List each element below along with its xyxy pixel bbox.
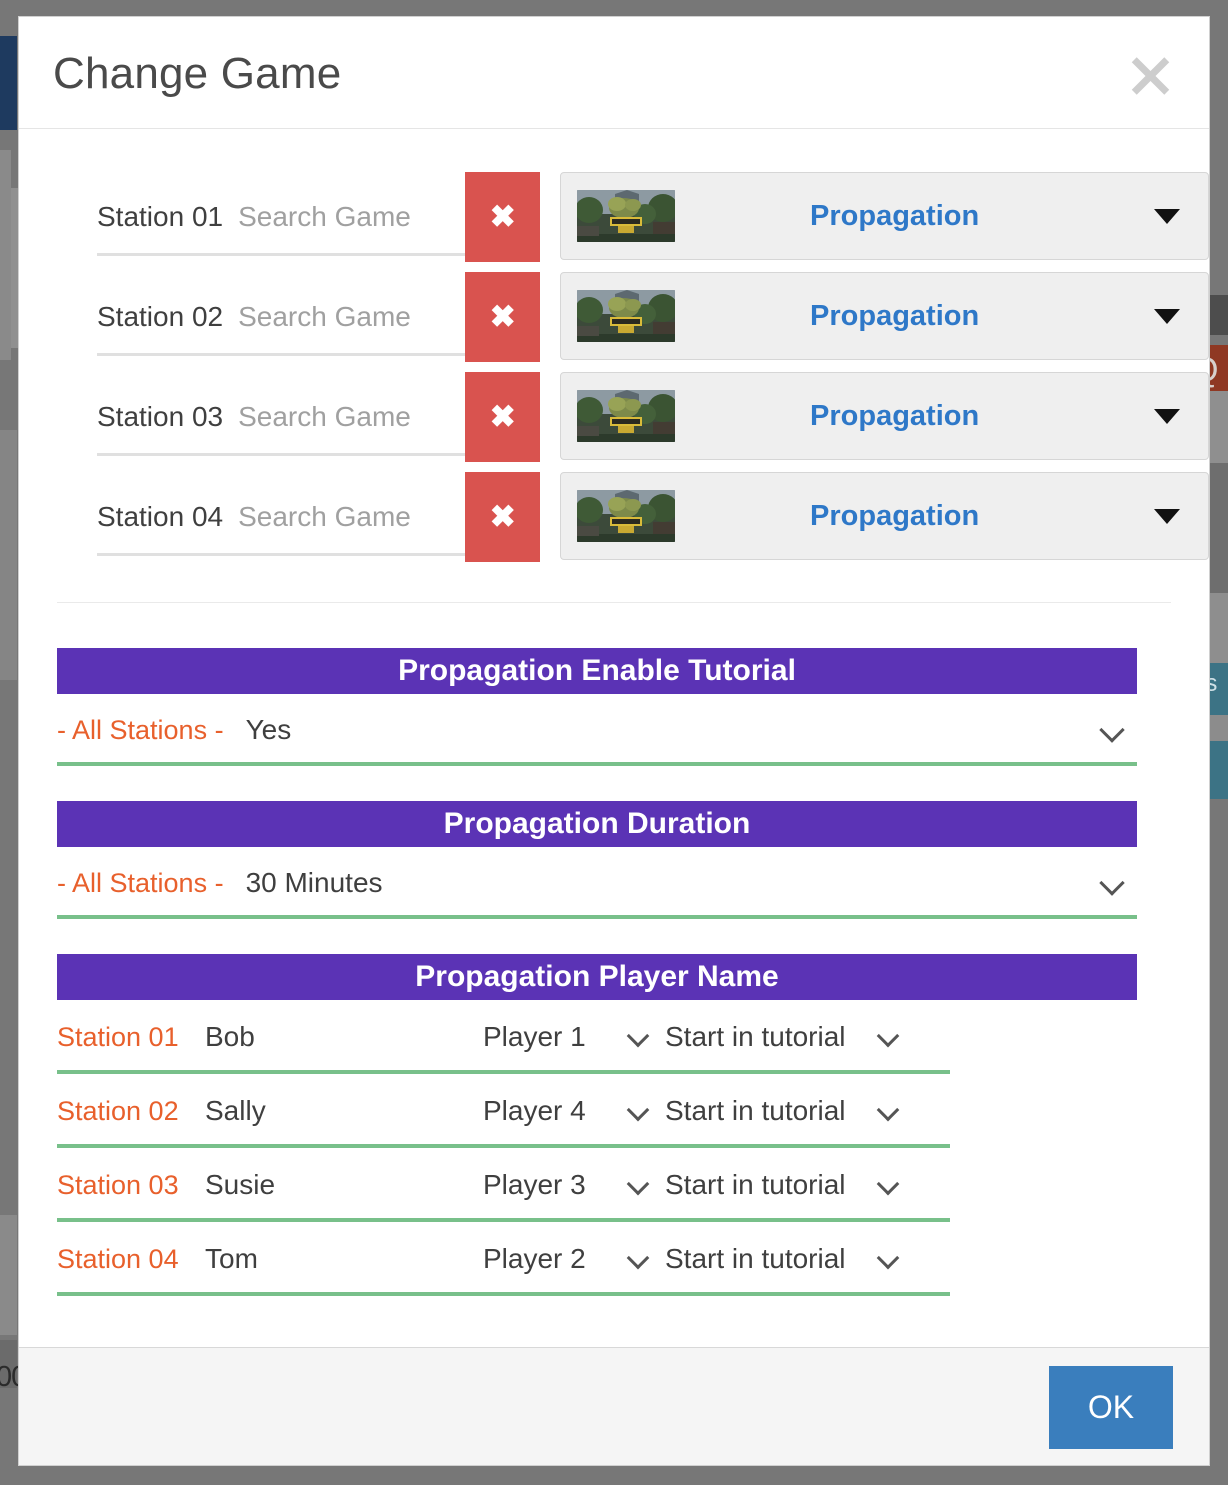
station-label: Station 04 [97,501,224,532]
station-row: Station 02 ✖ [19,272,1209,372]
chevron-down-icon[interactable] [879,1101,899,1121]
chevron-down-icon[interactable] [879,1249,899,1269]
row-underline [57,1292,950,1296]
close-icon[interactable] [1119,45,1181,107]
chevron-down-icon[interactable] [1101,719,1123,741]
station-label: Station 01 [97,201,224,232]
player-row: Station 04 Tom Player 2 Start in tutoria… [57,1222,950,1296]
selected-game-name: Propagation [810,399,980,432]
chevron-down-icon[interactable] [879,1175,899,1195]
chevron-down-icon[interactable] [629,1027,649,1047]
change-game-dialog: Change Game Station 01 ✖ [18,16,1210,1466]
player-slot-value: Player 3 [483,1169,586,1200]
game-dropdown[interactable]: Propagation [560,372,1209,460]
selected-game-name: Propagation [810,199,980,232]
station-list: Station 01 ✖ [19,129,1209,572]
player-row: Station 01 Bob Player 1 Start in tutoria… [57,1000,950,1074]
chevron-down-icon[interactable] [1101,872,1123,894]
clear-search-button[interactable]: ✖ [465,272,541,362]
start-mode-value: Start in tutorial [665,1243,846,1274]
setting-header: Propagation Duration [57,801,1137,847]
game-dropdown[interactable]: Propagation [560,272,1209,360]
setting-duration: Propagation Duration - All Stations - 30… [57,766,1171,919]
station-search-group: Station 04 [79,472,466,562]
search-input[interactable] [223,201,466,233]
backdrop-navy-block [0,36,17,130]
start-mode-value: Start in tutorial [665,1169,846,1200]
start-mode-value: Start in tutorial [665,1095,846,1126]
chevron-down-icon[interactable] [629,1101,649,1121]
scope-label: - All Stations - [57,714,224,745]
player-name-value[interactable]: Tom [205,1243,483,1275]
chevron-down-icon[interactable] [879,1027,899,1047]
chevron-down-icon[interactable] [629,1175,649,1195]
game-dropdown[interactable]: Propagation [560,472,1209,560]
station-row: Station 03 ✖ [19,372,1209,472]
dialog-title: Change Game [53,49,342,98]
player-station-label: Station 03 [57,1169,179,1200]
game-dropdown[interactable]: Propagation [560,172,1209,260]
setting-enable-tutorial: Propagation Enable Tutorial - All Statio… [57,603,1171,766]
player-name-value[interactable]: Bob [205,1021,483,1053]
dialog-body: Station 01 ✖ [19,129,1209,1347]
station-search-group: Station 01 [79,172,466,262]
station-search-group: Station 03 [79,372,466,462]
setting-player-name: Propagation Player Name Station 01 Bob P… [57,919,1171,1296]
setting-row[interactable]: - All Stations - Yes [57,694,1137,766]
dialog-footer: OK [19,1347,1209,1465]
station-search-group: Station 02 [79,272,466,362]
chevron-down-icon[interactable] [629,1249,649,1269]
player-slot-value: Player 4 [483,1095,586,1126]
player-slot-value: Player 1 [483,1021,586,1052]
dialog-header: Change Game [19,17,1209,129]
start-mode-value: Start in tutorial [665,1021,846,1052]
setting-value: 30 Minutes [245,867,383,898]
player-name-value[interactable]: Sally [205,1095,483,1127]
input-underline [97,453,466,456]
clear-search-button[interactable]: ✖ [465,172,541,262]
station-row: Station 01 ✖ [19,172,1209,272]
caret-down-icon [1154,308,1180,324]
backdrop-panel-4 [0,1215,17,1335]
input-underline [97,253,466,256]
row-underline [57,915,1137,919]
clear-search-button[interactable]: ✖ [465,372,541,462]
player-station-label: Station 02 [57,1095,179,1126]
clear-search-button[interactable]: ✖ [465,472,541,562]
caret-down-icon [1154,408,1180,424]
selected-game-name: Propagation [810,299,980,332]
search-input[interactable] [223,501,466,533]
setting-value: Yes [245,714,292,745]
ok-button[interactable]: OK [1049,1366,1173,1449]
search-input[interactable] [223,401,466,433]
player-row: Station 02 Sally Player 4 Start in tutor… [57,1074,950,1148]
caret-down-icon [1154,208,1180,224]
selected-game-name: Propagation [810,499,980,532]
input-underline [97,353,466,356]
player-name-value[interactable]: Susie [205,1169,483,1201]
setting-row[interactable]: - All Stations - 30 Minutes [57,847,1137,919]
backdrop-panel-3 [0,430,17,680]
player-row: Station 03 Susie Player 3 Start in tutor… [57,1148,950,1222]
setting-header: Propagation Enable Tutorial [57,648,1137,694]
player-slot-value: Player 2 [483,1243,586,1274]
backdrop-panel-2 [11,188,18,348]
search-input[interactable] [223,301,466,333]
station-label: Station 03 [97,401,224,432]
row-underline [57,762,1137,766]
station-label: Station 02 [97,301,224,332]
scope-label: - All Stations - [57,867,224,898]
player-station-label: Station 04 [57,1243,179,1274]
caret-down-icon [1154,508,1180,524]
player-station-label: Station 01 [57,1021,179,1052]
input-underline [97,553,466,556]
setting-header: Propagation Player Name [57,954,1137,1000]
backdrop-panel-1 [0,150,11,360]
station-row: Station 04 ✖ [19,472,1209,572]
